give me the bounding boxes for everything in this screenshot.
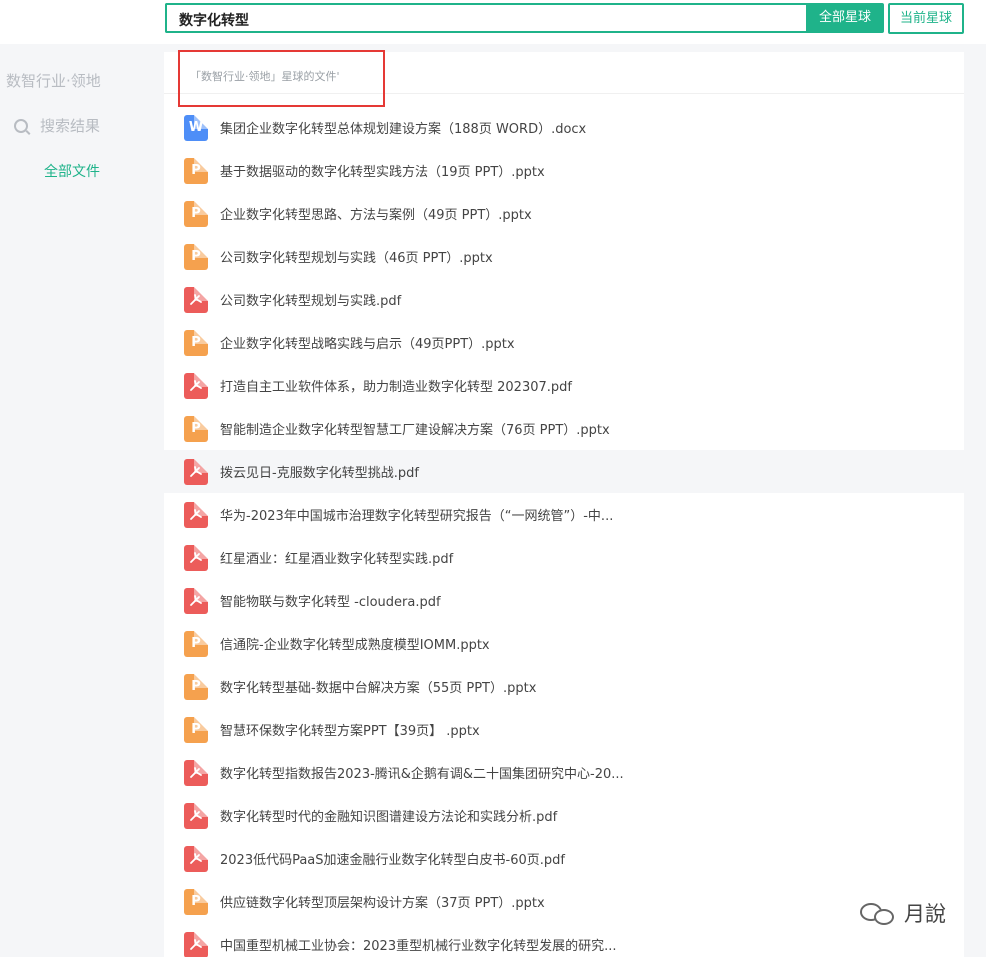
file-row[interactable]: P 信通院-企业数字化转型成熟度模型IOMM.pptx xyxy=(164,622,964,665)
file-name[interactable]: 公司数字化转型规划与实践.pdf xyxy=(220,290,401,309)
file-row[interactable]: 红星酒业：红星酒业数字化转型实践.pdf xyxy=(164,536,964,579)
ppt-file-icon: P xyxy=(184,888,208,915)
file-row[interactable]: W 集团企业数字化转型总体规划建设方案（188页 WORD）.docx xyxy=(164,106,964,149)
file-row[interactable]: 拨云见日-克服数字化转型挑战.pdf xyxy=(164,450,964,493)
file-row[interactable]: P 供应链数字化转型顶层架构设计方案（37页 PPT）.pptx xyxy=(164,880,964,923)
file-name[interactable]: 集团企业数字化转型总体规划建设方案（188页 WORD）.docx xyxy=(220,118,586,137)
watermark: 月說 xyxy=(860,898,946,928)
ppt-file-icon: P xyxy=(184,200,208,227)
file-name[interactable]: 智能物联与数字化转型 -cloudera.pdf xyxy=(220,591,441,610)
file-icon-letter: P xyxy=(191,206,201,221)
file-icon-letter: P xyxy=(191,335,201,350)
file-name[interactable]: 供应链数字化转型顶层架构设计方案（37页 PPT）.pptx xyxy=(220,892,545,911)
ppt-file-icon: P xyxy=(184,415,208,442)
file-row[interactable]: P 公司数字化转型规划与实践（46页 PPT）.pptx xyxy=(164,235,964,278)
file-name[interactable]: 数字化转型时代的金融知识图谱建设方法论和实践分析.pdf xyxy=(220,806,557,825)
file-row[interactable]: 数字化转型时代的金融知识图谱建设方法论和实践分析.pdf xyxy=(164,794,964,837)
file-name[interactable]: 数字化转型指数报告2023-腾讯&企鹅有调&二十国集团研究中心-20... xyxy=(220,763,624,782)
ppt-file-icon: P xyxy=(184,329,208,356)
sidebar: 数智行业·领地 搜索结果 全部文件 xyxy=(0,44,164,957)
file-name[interactable]: 华为-2023年中国城市治理数字化转型研究报告（“一网统管”）-中... xyxy=(220,505,613,524)
pdf-file-icon xyxy=(184,845,208,872)
file-name[interactable]: 智慧环保数字化转型方案PPT【39页】 .pptx xyxy=(220,720,480,739)
sidebar-item-label: 搜索结果 xyxy=(40,117,101,135)
file-name[interactable]: 公司数字化转型规划与实践（46页 PPT）.pptx xyxy=(220,247,493,266)
ppt-file-icon: P xyxy=(184,716,208,743)
ppt-file-icon: P xyxy=(184,243,208,270)
watermark-text: 月說 xyxy=(904,902,946,926)
search-input[interactable]: 数字化转型 xyxy=(165,3,808,33)
pdf-file-icon xyxy=(184,802,208,829)
pdf-file-icon xyxy=(184,931,208,957)
sidebar-item-all-files[interactable]: 全部文件 xyxy=(44,161,100,181)
top-search-bar: 数字化转型 全部星球 当前星球 xyxy=(0,0,986,44)
pdf-file-icon xyxy=(184,286,208,313)
file-name[interactable]: 2023低代码PaaS加速金融行业数字化转型白皮书-60页.pdf xyxy=(220,849,565,868)
pdf-file-icon xyxy=(184,759,208,786)
word-file-icon: W xyxy=(184,114,208,141)
file-icon-letter: P xyxy=(191,163,201,178)
file-row[interactable]: P 数字化转型基础-数据中台解决方案（55页 PPT）.pptx xyxy=(164,665,964,708)
sidebar-title: 数智行业·领地 xyxy=(6,72,101,90)
sidebar-item-search-results[interactable]: 搜索结果 xyxy=(14,115,100,136)
ppt-file-icon: P xyxy=(184,673,208,700)
ppt-file-icon: P xyxy=(184,157,208,184)
file-name[interactable]: 信通院-企业数字化转型成熟度模型IOMM.pptx xyxy=(220,634,490,653)
file-icon-letter: P xyxy=(191,894,201,909)
file-row[interactable]: 智能物联与数字化转型 -cloudera.pdf xyxy=(164,579,964,622)
pdf-file-icon xyxy=(184,501,208,528)
file-name[interactable]: 企业数字化转型思路、方法与案例（49页 PPT）.pptx xyxy=(220,204,532,223)
file-name[interactable]: 拨云见日-克服数字化转型挑战.pdf xyxy=(220,462,419,481)
file-results-panel: 「数智行业·领地」星球的文件' W 集团企业数字化转型总体规划建设方案（188页 … xyxy=(164,52,964,957)
file-row[interactable]: P 基于数据驱动的数字化转型实践方法（19页 PPT）.pptx xyxy=(164,149,964,192)
wechat-icon xyxy=(860,899,896,927)
file-name[interactable]: 企业数字化转型战略实践与启示（49页PPT）.pptx xyxy=(220,333,515,352)
file-icon-letter: P xyxy=(191,679,201,694)
file-list: W 集团企业数字化转型总体规划建设方案（188页 WORD）.docx P 基于数据驱… xyxy=(164,106,964,957)
file-row[interactable]: 公司数字化转型规划与实践.pdf xyxy=(164,278,964,321)
file-row[interactable]: P 智慧环保数字化转型方案PPT【39页】 .pptx xyxy=(164,708,964,751)
file-name[interactable]: 基于数据驱动的数字化转型实践方法（19页 PPT）.pptx xyxy=(220,161,545,180)
pdf-file-icon xyxy=(184,587,208,614)
file-row[interactable]: 华为-2023年中国城市治理数字化转型研究报告（“一网统管”）-中... xyxy=(164,493,964,536)
file-name[interactable]: 打造自主工业软件体系，助力制造业数字化转型 202307.pdf xyxy=(220,376,572,395)
file-icon-letter: P xyxy=(191,636,201,651)
current-planet-button[interactable]: 当前星球 xyxy=(888,3,964,34)
file-row[interactable]: 打造自主工业软件体系，助力制造业数字化转型 202307.pdf xyxy=(164,364,964,407)
file-row[interactable]: 中国重型机械工业协会：2023重型机械行业数字化转型发展的研究... xyxy=(164,923,964,957)
file-icon-letter: W xyxy=(188,120,204,135)
highlight-annotation-box xyxy=(178,50,385,107)
pdf-file-icon xyxy=(184,458,208,485)
file-name[interactable]: 智能制造企业数字化转型智慧工厂建设解决方案（76页 PPT）.pptx xyxy=(220,419,610,438)
file-icon-letter: P xyxy=(191,421,201,436)
ppt-file-icon: P xyxy=(184,630,208,657)
file-row[interactable]: P 企业数字化转型战略实践与启示（49页PPT）.pptx xyxy=(164,321,964,364)
file-icon-letter: P xyxy=(191,722,201,737)
file-icon-letter: P xyxy=(191,249,201,264)
file-row[interactable]: 数字化转型指数报告2023-腾讯&企鹅有调&二十国集团研究中心-20... xyxy=(164,751,964,794)
pdf-file-icon xyxy=(184,544,208,571)
file-row[interactable]: P 智能制造企业数字化转型智慧工厂建设解决方案（76页 PPT）.pptx xyxy=(164,407,964,450)
file-row[interactable]: P 企业数字化转型思路、方法与案例（49页 PPT）.pptx xyxy=(164,192,964,235)
file-name[interactable]: 数字化转型基础-数据中台解决方案（55页 PPT）.pptx xyxy=(220,677,536,696)
search-icon xyxy=(14,118,28,133)
file-name[interactable]: 红星酒业：红星酒业数字化转型实践.pdf xyxy=(220,548,453,567)
file-row[interactable]: 2023低代码PaaS加速金融行业数字化转型白皮书-60页.pdf xyxy=(164,837,964,880)
pdf-file-icon xyxy=(184,372,208,399)
all-planets-button[interactable]: 全部星球 xyxy=(806,3,884,33)
file-name[interactable]: 中国重型机械工业协会：2023重型机械行业数字化转型发展的研究... xyxy=(220,935,616,954)
